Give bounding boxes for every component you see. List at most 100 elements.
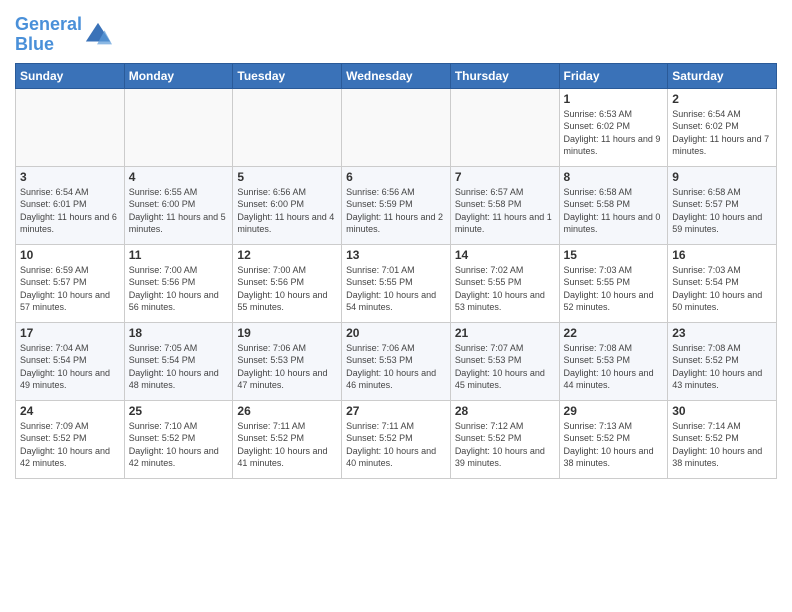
calendar-cell: 23 Sunrise: 7:08 AM Sunset: 5:52 PM Dayli…: [668, 322, 777, 400]
calendar-cell: 18Sunrise: 7:05 AM Sunset: 5:54 PM Dayli…: [124, 322, 233, 400]
day-header-saturday: Saturday: [668, 63, 777, 88]
day-number: 14: [455, 248, 555, 262]
day-header-thursday: Thursday: [450, 63, 559, 88]
day-number: 18: [129, 326, 229, 340]
calendar-cell: 24Sunrise: 7:09 AM Sunset: 5:52 PM Dayli…: [16, 400, 125, 478]
calendar-cell: 2Sunrise: 6:54 AM Sunset: 6:02 PM Daylig…: [668, 88, 777, 166]
day-header-tuesday: Tuesday: [233, 63, 342, 88]
day-number: 1: [564, 92, 664, 106]
day-info: Sunrise: 6:55 AM Sunset: 6:00 PM Dayligh…: [129, 186, 229, 236]
day-number: 19: [237, 326, 337, 340]
day-number: 25: [129, 404, 229, 418]
calendar-cell: 13 Sunrise: 7:01 AM Sunset: 5:55 PM Dayli…: [342, 244, 451, 322]
day-number: 28: [455, 404, 555, 418]
day-info: Sunrise: 6:56 AM Sunset: 6:00 PM Dayligh…: [237, 186, 337, 236]
calendar-cell: 15 Sunrise: 7:03 AM Sunset: 5:55 PM Dayli…: [559, 244, 668, 322]
calendar-cell: 3 Sunrise: 6:54 AM Sunset: 6:01 PM Daylig…: [16, 166, 125, 244]
day-info: Sunrise: 7:08 AM Sunset: 5:53 PM Dayligh…: [564, 342, 664, 392]
calendar-header-row: SundayMondayTuesdayWednesdayThursdayFrid…: [16, 63, 777, 88]
calendar-cell: 25 Sunrise: 7:10 AM Sunset: 5:52 PM Dayli…: [124, 400, 233, 478]
calendar-cell: 26Sunrise: 7:11 AM Sunset: 5:52 PM Dayli…: [233, 400, 342, 478]
calendar-cell: 12Sunrise: 7:00 AM Sunset: 5:56 PM Dayli…: [233, 244, 342, 322]
day-info: Sunrise: 6:54 AM Sunset: 6:01 PM Dayligh…: [20, 186, 120, 236]
calendar-cell: 28Sunrise: 7:12 AM Sunset: 5:52 PM Dayli…: [450, 400, 559, 478]
day-number: 23: [672, 326, 772, 340]
day-number: 20: [346, 326, 446, 340]
day-info: Sunrise: 7:09 AM Sunset: 5:52 PM Dayligh…: [20, 420, 120, 470]
day-info: Sunrise: 7:11 AM Sunset: 5:52 PM Dayligh…: [346, 420, 446, 470]
day-number: 9: [672, 170, 772, 184]
day-number: 7: [455, 170, 555, 184]
calendar-cell: 21 Sunrise: 7:07 AM Sunset: 5:53 PM Dayli…: [450, 322, 559, 400]
week-row-1: 3 Sunrise: 6:54 AM Sunset: 6:01 PM Daylig…: [16, 166, 777, 244]
calendar-cell: 16 Sunrise: 7:03 AM Sunset: 5:54 PM Dayli…: [668, 244, 777, 322]
day-info: Sunrise: 6:56 AM Sunset: 5:59 PM Dayligh…: [346, 186, 446, 236]
day-number: 22: [564, 326, 664, 340]
calendar-cell: 1 Sunrise: 6:53 AM Sunset: 6:02 PM Daylig…: [559, 88, 668, 166]
day-info: Sunrise: 7:06 AM Sunset: 5:53 PM Dayligh…: [346, 342, 446, 392]
calendar-table: SundayMondayTuesdayWednesdayThursdayFrid…: [15, 63, 777, 479]
calendar-cell: 8 Sunrise: 6:58 AM Sunset: 5:58 PM Daylig…: [559, 166, 668, 244]
day-number: 13: [346, 248, 446, 262]
calendar-cell: [16, 88, 125, 166]
day-info: Sunrise: 7:00 AM Sunset: 5:56 PM Dayligh…: [237, 264, 337, 314]
calendar-cell: [342, 88, 451, 166]
day-number: 30: [672, 404, 772, 418]
day-info: Sunrise: 7:10 AM Sunset: 5:52 PM Dayligh…: [129, 420, 229, 470]
calendar-cell: 20 Sunrise: 7:06 AM Sunset: 5:53 PM Dayli…: [342, 322, 451, 400]
day-number: 4: [129, 170, 229, 184]
calendar-cell: 5 Sunrise: 6:56 AM Sunset: 6:00 PM Daylig…: [233, 166, 342, 244]
day-info: Sunrise: 6:57 AM Sunset: 5:58 PM Dayligh…: [455, 186, 555, 236]
logo: General Blue: [15, 15, 112, 55]
calendar-cell: [124, 88, 233, 166]
calendar-cell: 10Sunrise: 6:59 AM Sunset: 5:57 PM Dayli…: [16, 244, 125, 322]
day-info: Sunrise: 6:59 AM Sunset: 5:57 PM Dayligh…: [20, 264, 120, 314]
day-header-monday: Monday: [124, 63, 233, 88]
day-header-sunday: Sunday: [16, 63, 125, 88]
calendar-cell: 11 Sunrise: 7:00 AM Sunset: 5:56 PM Dayli…: [124, 244, 233, 322]
calendar-cell: 30 Sunrise: 7:14 AM Sunset: 5:52 PM Dayli…: [668, 400, 777, 478]
week-row-0: 1 Sunrise: 6:53 AM Sunset: 6:02 PM Daylig…: [16, 88, 777, 166]
week-row-4: 24Sunrise: 7:09 AM Sunset: 5:52 PM Dayli…: [16, 400, 777, 478]
day-info: Sunrise: 7:13 AM Sunset: 5:52 PM Dayligh…: [564, 420, 664, 470]
day-number: 5: [237, 170, 337, 184]
calendar-cell: 9Sunrise: 6:58 AM Sunset: 5:57 PM Daylig…: [668, 166, 777, 244]
day-info: Sunrise: 7:06 AM Sunset: 5:53 PM Dayligh…: [237, 342, 337, 392]
calendar-cell: 7 Sunrise: 6:57 AM Sunset: 5:58 PM Daylig…: [450, 166, 559, 244]
day-number: 26: [237, 404, 337, 418]
day-number: 16: [672, 248, 772, 262]
day-header-friday: Friday: [559, 63, 668, 88]
day-number: 27: [346, 404, 446, 418]
day-info: Sunrise: 7:08 AM Sunset: 5:52 PM Dayligh…: [672, 342, 772, 392]
day-info: Sunrise: 7:07 AM Sunset: 5:53 PM Dayligh…: [455, 342, 555, 392]
day-info: Sunrise: 7:14 AM Sunset: 5:52 PM Dayligh…: [672, 420, 772, 470]
day-number: 3: [20, 170, 120, 184]
day-info: Sunrise: 6:58 AM Sunset: 5:58 PM Dayligh…: [564, 186, 664, 236]
page-container: General Blue SundayMondayTuesdayWednesda…: [0, 0, 792, 484]
logo-text: General Blue: [15, 15, 82, 55]
calendar-cell: 14 Sunrise: 7:02 AM Sunset: 5:55 PM Dayli…: [450, 244, 559, 322]
day-number: 11: [129, 248, 229, 262]
day-info: Sunrise: 7:02 AM Sunset: 5:55 PM Dayligh…: [455, 264, 555, 314]
calendar-cell: 6Sunrise: 6:56 AM Sunset: 5:59 PM Daylig…: [342, 166, 451, 244]
day-number: 17: [20, 326, 120, 340]
calendar-cell: 4 Sunrise: 6:55 AM Sunset: 6:00 PM Daylig…: [124, 166, 233, 244]
day-number: 8: [564, 170, 664, 184]
day-info: Sunrise: 6:53 AM Sunset: 6:02 PM Dayligh…: [564, 108, 664, 158]
day-info: Sunrise: 7:00 AM Sunset: 5:56 PM Dayligh…: [129, 264, 229, 314]
calendar-cell: 27 Sunrise: 7:11 AM Sunset: 5:52 PM Dayli…: [342, 400, 451, 478]
calendar-cell: [233, 88, 342, 166]
day-info: Sunrise: 7:01 AM Sunset: 5:55 PM Dayligh…: [346, 264, 446, 314]
day-number: 15: [564, 248, 664, 262]
day-info: Sunrise: 7:03 AM Sunset: 5:54 PM Dayligh…: [672, 264, 772, 314]
week-row-2: 10Sunrise: 6:59 AM Sunset: 5:57 PM Dayli…: [16, 244, 777, 322]
calendar-cell: 19 Sunrise: 7:06 AM Sunset: 5:53 PM Dayli…: [233, 322, 342, 400]
day-header-wednesday: Wednesday: [342, 63, 451, 88]
header: General Blue: [15, 10, 777, 55]
day-number: 29: [564, 404, 664, 418]
day-number: 21: [455, 326, 555, 340]
calendar-cell: 17 Sunrise: 7:04 AM Sunset: 5:54 PM Dayli…: [16, 322, 125, 400]
day-info: Sunrise: 7:04 AM Sunset: 5:54 PM Dayligh…: [20, 342, 120, 392]
day-info: Sunrise: 7:03 AM Sunset: 5:55 PM Dayligh…: [564, 264, 664, 314]
logo-icon: [84, 21, 112, 49]
